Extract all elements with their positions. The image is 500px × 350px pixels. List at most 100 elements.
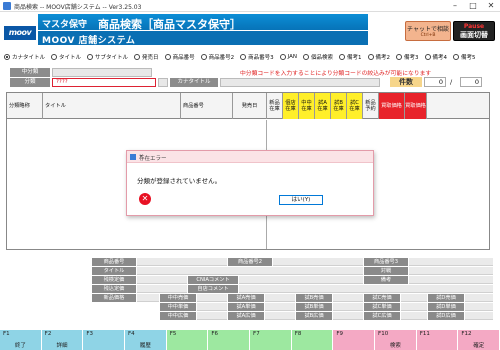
search-mode-radio[interactable]: 備考2 [367, 53, 390, 61]
detail-hinban-value [137, 258, 227, 266]
bunrui-label: 分類 [10, 78, 50, 87]
detail-chu-kaitori-value [197, 303, 227, 311]
fkey-f10-button[interactable]: F10 検索 [375, 330, 417, 350]
fkey-f6-button[interactable]: F6 [208, 330, 251, 350]
search-mode-radio[interactable]: 発売日 [134, 53, 159, 61]
search-mode-radio[interactable]: 備考1 [339, 53, 362, 61]
bunrui-input[interactable]: ???? [52, 78, 156, 87]
grid-column-header[interactable]: 新品 在庫 [267, 93, 283, 119]
search-mode-radio[interactable]: 備考3 [396, 53, 419, 61]
grid-column-header[interactable]: 買取価格 [405, 93, 427, 119]
search-mode-radio[interactable]: サブタイトル [87, 53, 128, 61]
chubunrui-label: 中分類 [10, 68, 50, 77]
grid-column-header[interactable]: 試A 在庫 [315, 93, 331, 119]
dialog-titlebar: 存在エラー ✕ [127, 151, 373, 163]
radio-circle-icon [134, 54, 141, 60]
fkey-number: F2 [44, 331, 52, 337]
dialog-yes-button[interactable]: はい(Y) [279, 195, 323, 205]
grid-column-header[interactable]: 分類略称 [7, 93, 43, 119]
radio-circle-icon [339, 54, 345, 60]
grid-column-header[interactable]: 試B 在庫 [331, 93, 347, 119]
kana-title-input[interactable] [220, 78, 380, 87]
fkey-f9-button[interactable]: F9 [333, 330, 376, 350]
detail-sa-baika-value [265, 294, 295, 302]
fkey-f8-button[interactable]: F8 [291, 330, 334, 350]
grid-column-header[interactable]: 新品 予約 [363, 93, 379, 119]
detail-hinban3-label: 商品番号3 [364, 258, 408, 266]
detail-zantei-label: 残込定価 [92, 285, 136, 293]
fkey-f3-button[interactable]: F3 [83, 330, 126, 350]
chat-button-label: チャットで相談 [407, 26, 449, 33]
search-mode-label: JAN [287, 54, 297, 60]
fkey-f11-button[interactable]: F11 [416, 330, 459, 350]
grid-column-header[interactable]: 個店 在庫 [283, 93, 299, 119]
detail-cnia-label: CNIAコメント [188, 276, 238, 284]
detail-chu-baika-label: 中中売価 [160, 294, 196, 302]
fkey-number: F8 [294, 331, 302, 337]
minimize-button[interactable]: – [446, 0, 464, 12]
radio-circle-icon [240, 54, 247, 60]
detail-hinban-label: 商品番号 [92, 258, 136, 266]
chubunrui-input[interactable] [52, 68, 152, 77]
search-mode-label: サブタイトル [95, 55, 129, 61]
fkey-f7-button[interactable]: F7 [250, 330, 292, 350]
fkey-number: F1 [3, 331, 10, 337]
fkey-f4-button[interactable]: F4 履歴 [125, 330, 167, 350]
fkey-f12-button[interactable]: F12 確定 [458, 330, 500, 350]
grid-column-header[interactable]: 発売日 [233, 93, 267, 119]
grid-column-header[interactable]: 商品番号 [181, 93, 233, 119]
detail-sb-kaitori-label: 試B単価 [296, 303, 332, 311]
grid-column-header[interactable]: 中中 在庫 [299, 93, 315, 119]
system-name: マスタ保守 [42, 20, 88, 30]
fkey-f5-button[interactable]: F5 [166, 330, 209, 350]
detail-sc-kaitori-value [401, 303, 427, 311]
detail-chu-kaitori-label: 中中単価 [160, 303, 196, 311]
fkey-number: F12 [461, 331, 472, 337]
header-subtitle: MOOV 店舗システム [42, 36, 136, 46]
search-mode-label: 商品番号 [172, 55, 195, 61]
search-mode-radio[interactable]: 個品検索 [302, 53, 333, 61]
detail-sb-baika-label: 試B売価 [296, 294, 332, 302]
search-mode-radio[interactable]: 備考4 [424, 53, 447, 61]
search-mode-radio[interactable]: JAN [279, 54, 297, 60]
search-mode-radio[interactable]: 備考5 [453, 53, 476, 61]
fkey-label: 検索 [389, 343, 401, 349]
fkey-f2-button[interactable]: F2 詳細 [41, 330, 84, 350]
search-mode-radio[interactable]: タイトル [51, 53, 81, 61]
grid-column-header[interactable]: 試C 在庫 [347, 93, 363, 119]
dialog-close-button[interactable]: ✕ [139, 154, 369, 160]
count-separator: / [450, 78, 453, 86]
window-titlebar: 商品検索 -- MOOV店舗システム -- Ver3.25.03 – □ ✕ [0, 0, 500, 12]
chat-consult-button[interactable]: チャットで相談 Ctrl+B [405, 21, 451, 41]
detail-shinpin-label: 新品価格 [92, 294, 136, 302]
detail-jiten-value [239, 285, 493, 293]
detail-sd-kouka-value [465, 312, 493, 320]
radio-circle-icon [302, 54, 309, 60]
detail-sb-kaitori-value [333, 303, 363, 311]
detail-jiten-label: 自店コメント [188, 285, 238, 293]
header-banner: マスタ保守 商品検索［商品マスタ保守］ [38, 14, 368, 31]
grid-column-header[interactable]: タイトル [43, 93, 181, 119]
detail-sa-kouka-label: 試A広価 [228, 312, 264, 320]
search-mode-radio[interactable]: カナタイトル [4, 53, 45, 61]
detail-chu-kouka-label: 中中広価 [160, 312, 196, 320]
search-mode-label: 備考1 [347, 55, 362, 61]
detail-sd-kaitori-label: 試D単価 [428, 303, 464, 311]
maximize-button[interactable]: □ [464, 0, 482, 12]
detail-taisen-label: 対戦 [364, 267, 408, 275]
search-mode-label: 備考3 [404, 55, 419, 61]
search-mode-radio[interactable]: 商品番号3 [240, 53, 274, 61]
filter-notice: 中分類コードを入力することにより分類コードの絞込みが可能になります [240, 71, 432, 77]
dialog-message: 分類が登録されていません。 [137, 177, 222, 185]
app-header: moov マスタ保守 商品検索［商品マスタ保守］ MOOV 店舗システム チャッ… [0, 12, 500, 48]
bunrui-name-field [158, 78, 168, 87]
search-mode-radio[interactable]: 商品番号 [164, 53, 195, 61]
detail-taisen-value [409, 267, 493, 275]
search-mode-radio[interactable]: 商品番号2 [200, 53, 234, 61]
pause-switch-button[interactable]: Pause 画面切替 [453, 21, 495, 41]
fkey-f1-button[interactable]: F1 終了 [0, 330, 42, 350]
pause-button-key: Pause [463, 23, 485, 30]
close-button[interactable]: ✕ [482, 0, 500, 12]
fkey-number: F4 [128, 331, 135, 337]
grid-column-header[interactable]: 買取価格 [379, 93, 405, 119]
